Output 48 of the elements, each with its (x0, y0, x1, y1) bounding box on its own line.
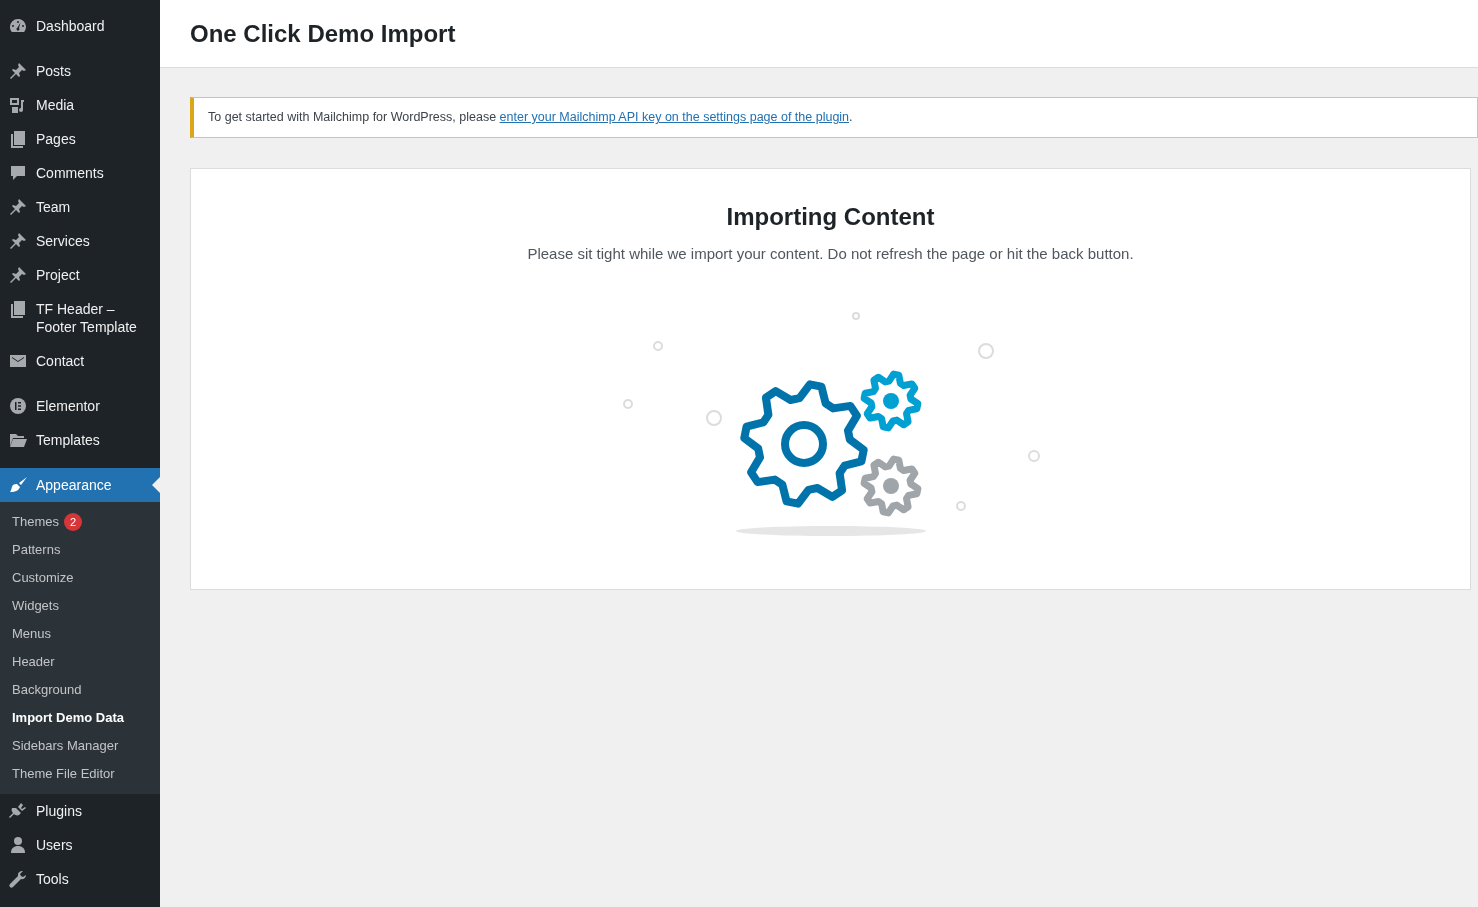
pushpin-icon (8, 266, 28, 284)
paintbrush-icon (8, 476, 28, 494)
sidebar-item[interactable]: Users (0, 828, 160, 862)
submenu-item[interactable]: Widgets (0, 592, 160, 620)
user-icon (8, 836, 28, 854)
sidebar-item[interactable]: TF Header – Footer Template (0, 292, 160, 344)
pushpin-icon (8, 198, 28, 216)
pages-icon (8, 130, 28, 148)
sidebar-item[interactable]: Elementor (0, 389, 160, 423)
elementor-icon (8, 397, 28, 415)
page-title: One Click Demo Import (190, 18, 456, 49)
envelope-icon (8, 352, 28, 370)
pushpin-icon (8, 232, 28, 250)
sidebar-item[interactable]: Project (0, 258, 160, 292)
submenu-item[interactable]: Sidebars Manager (0, 732, 160, 760)
update-count: 2 (63, 513, 82, 531)
wrench-icon (8, 870, 28, 888)
plug-icon (8, 802, 28, 820)
submenu-item[interactable]: Background (0, 676, 160, 704)
pushpin-icon (8, 62, 28, 80)
sidebar-item[interactable]: Tools (0, 862, 160, 896)
sidebar-item[interactable]: Appearance (0, 468, 160, 502)
panel-message: Please sit tight while we import your content. Do not refresh the page or hit the back button. (527, 244, 1134, 264)
sidebar-item[interactable]: Media (0, 88, 160, 122)
speech-bubble-icon (8, 164, 28, 182)
pages-icon (8, 300, 28, 318)
sidebar-item[interactable]: Plugins (0, 794, 160, 828)
settings-link[interactable]: enter your Mailchimp API key on the settings page of the plugin (499, 110, 850, 125)
submenu-item[interactable]: Menus (0, 620, 160, 648)
submenu-item[interactable]: Header (0, 648, 160, 676)
panel-heading: Importing Content (726, 202, 935, 232)
sidebar-item[interactable]: Posts (0, 54, 160, 88)
submenu-item[interactable]: Themes 2 (0, 508, 160, 536)
folder-icon (8, 431, 28, 449)
submenu-item[interactable]: Patterns (0, 536, 160, 564)
sidebar-item[interactable]: Contact (0, 344, 160, 378)
sidebar-item[interactable]: Dashboard (0, 9, 160, 43)
submenu-item[interactable]: Customize (0, 564, 160, 592)
sidebar-item[interactable]: Pages (0, 122, 160, 156)
sidebar-item[interactable]: Templates (0, 423, 160, 457)
sidebar-item[interactable]: Services (0, 224, 160, 258)
notice-text: To get started with Mailchimp for WordPress, please enter your Mailchimp API key on the settings page of the plugin. (208, 109, 853, 127)
submenu-item[interactable]: Import Demo Data (0, 704, 160, 732)
dashboard-icon (8, 17, 28, 35)
sidebar-item[interactable]: Team (0, 190, 160, 224)
current-indicator (152, 477, 160, 493)
submenu-item[interactable]: Theme File Editor (0, 760, 160, 788)
sidebar-item[interactable]: Comments (0, 156, 160, 190)
